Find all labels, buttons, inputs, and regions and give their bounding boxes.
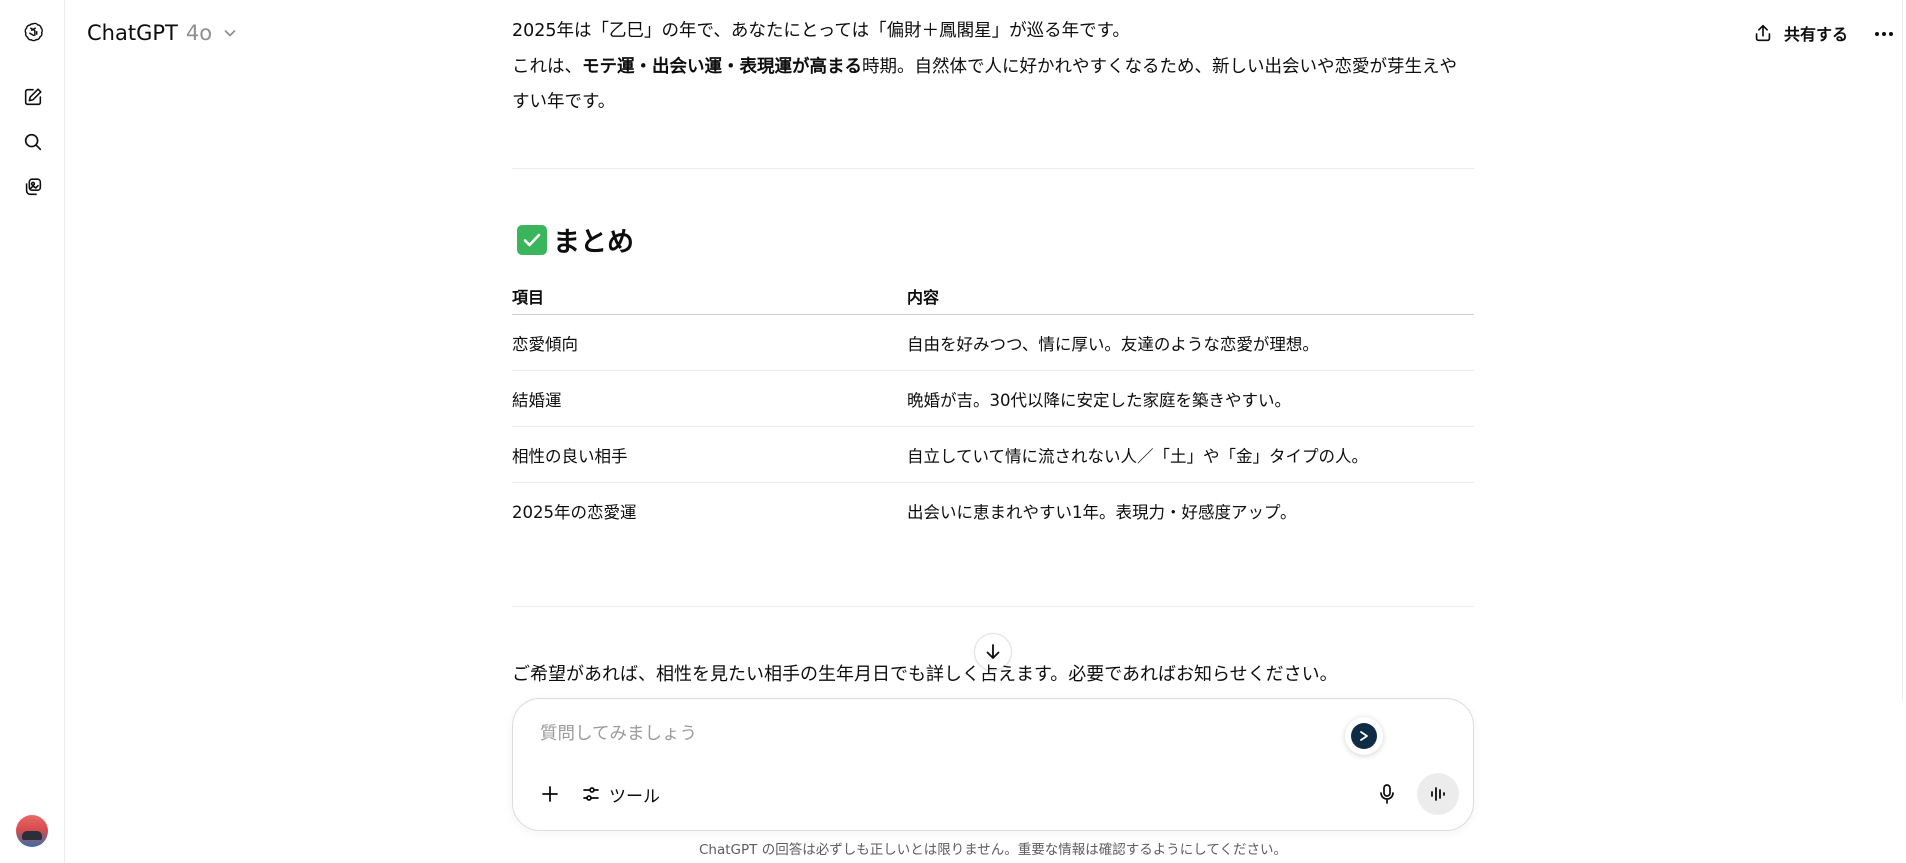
- summary-table: 項目 内容 恋愛傾向 自由を好みつつ、情に厚い。友達のような恋愛が理想。 結婚運…: [512, 278, 1474, 539]
- summary-heading: まとめ: [517, 220, 634, 259]
- new-chat-icon[interactable]: [16, 80, 50, 114]
- table-header-item: 項目: [512, 288, 545, 307]
- openai-logo-icon[interactable]: [16, 15, 50, 49]
- table-cell-item: 2025年の恋愛運: [512, 503, 637, 522]
- table-row: 2025年の恋愛運 出会いに恵まれやすい1年。表現力・好感度アップ。: [512, 483, 1474, 539]
- voice-mode-button[interactable]: [1417, 773, 1459, 815]
- composer: ツール: [512, 698, 1474, 831]
- intro-text-bold: モテ運・出会い運・表現運が高まる: [582, 57, 862, 77]
- tools-button[interactable]: ツール: [581, 777, 660, 811]
- table-row: 恋愛傾向 自由を好みつつ、情に厚い。友達のような恋愛が理想。: [512, 315, 1474, 371]
- tools-label: ツール: [609, 786, 660, 807]
- more-horizontal-icon: [1875, 32, 1893, 36]
- scrollbar-track[interactable]: [1902, 0, 1903, 700]
- table-row: 結婚運 晩婚が吉。30代以降に安定した家庭を築きやすい。: [512, 371, 1474, 427]
- table-header-content: 内容: [907, 288, 940, 307]
- closing-text: ご希望があれば、相性を見たい相手の生年月日でも詳しく占えます。必要であればお知ら…: [512, 664, 1338, 685]
- dictation-button[interactable]: [1370, 777, 1404, 811]
- model-selector[interactable]: ChatGPT 4o: [87, 18, 238, 48]
- translate-extension-button[interactable]: [1345, 717, 1383, 755]
- check-mark-icon: [517, 224, 547, 255]
- search-icon[interactable]: [16, 125, 50, 159]
- share-icon: [1755, 24, 1771, 42]
- model-version: 4o: [185, 21, 213, 45]
- table-cell-content: 出会いに恵まれやすい1年。表現力・好感度アップ。: [907, 503, 1297, 522]
- disclaimer: ChatGPT の回答は必ずしも正しいとは限りません。重要な情報は確認するように…: [699, 842, 1287, 858]
- table-header-row: 項目 内容: [512, 278, 1474, 315]
- microphone-icon: [1380, 784, 1394, 804]
- voice-waveform-icon: [1431, 787, 1445, 801]
- table-cell-item: 相性の良い相手: [512, 446, 628, 466]
- summary-title: まとめ: [553, 227, 634, 258]
- avatar[interactable]: [16, 815, 48, 847]
- sliders-icon: [583, 787, 599, 801]
- chevron-down-icon: [224, 30, 236, 37]
- sidebar-rail: [0, 0, 65, 863]
- divider: [512, 168, 1474, 169]
- intro-line-1: 2025年は「乙巳」の年で、あなたにとっては「偏財＋鳳閣星」が巡る年です。: [512, 21, 1130, 41]
- table-cell-item: 恋愛傾向: [512, 334, 578, 354]
- add-attachment-button[interactable]: [533, 777, 567, 811]
- prompt-input[interactable]: [540, 719, 1320, 749]
- table-cell-item: 結婚運: [512, 390, 562, 410]
- translate-icon: [1351, 723, 1377, 749]
- plus-icon: [542, 786, 558, 802]
- model-name: ChatGPT: [87, 21, 178, 45]
- intro-line-2: これは、モテ運・出会い運・表現運が高まる時期。自然体で人に好かれやすくなるため、…: [512, 50, 1474, 120]
- table-cell-content: 自立していて情に流されない人／「土」や「金」タイプの人。: [907, 446, 1369, 466]
- table-cell-content: 自由を好みつつ、情に厚い。友達のような恋愛が理想。: [907, 334, 1319, 354]
- intro-text-pre: これは、: [512, 57, 582, 77]
- share-label: 共有する: [1784, 25, 1849, 44]
- table-cell-content: 晩婚が吉。30代以降に安定した家庭を築きやすい。: [907, 390, 1291, 410]
- table-row: 相性の良い相手 自立していて情に流されない人／「土」や「金」タイプの人。: [512, 427, 1474, 483]
- share-button[interactable]: 共有する: [1752, 18, 1848, 48]
- more-options-button[interactable]: [1870, 20, 1898, 48]
- divider: [512, 606, 1474, 607]
- library-icon[interactable]: [16, 170, 50, 204]
